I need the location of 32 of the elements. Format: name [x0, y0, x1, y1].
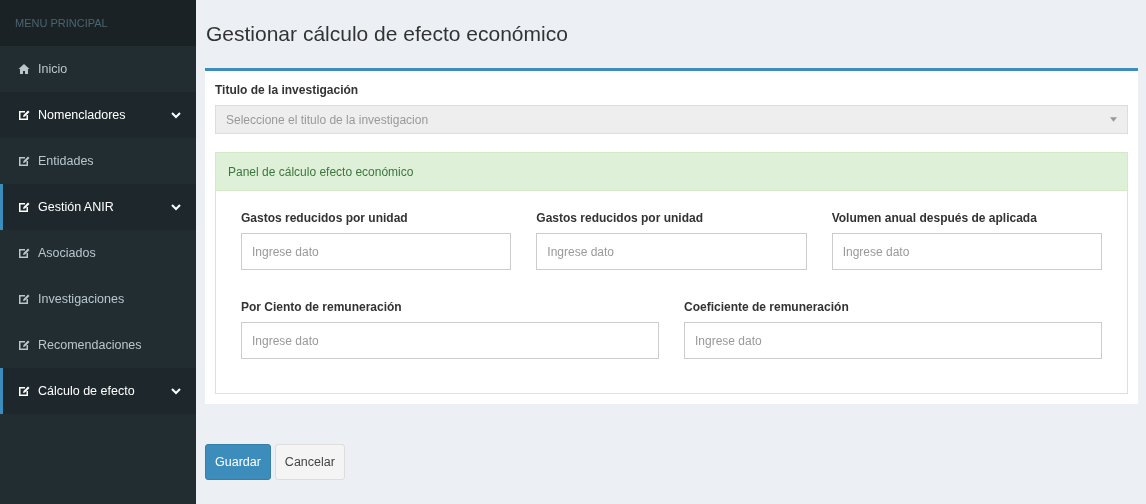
edit-icon [18, 385, 30, 397]
page-title: Gestionar cálculo de efecto económico [205, 21, 569, 48]
field-label: Coeficiente de remuneración [684, 299, 850, 316]
edit-icon [18, 339, 30, 351]
field-label: Volumen anual después de aplicada [831, 210, 1038, 227]
input-field[interactable]: Ingrese dato [536, 233, 807, 270]
dropdown-arrow-icon [1110, 117, 1117, 122]
sidebar-item[interactable]: Inicio [0, 46, 196, 92]
field-label: Gastos reducidos por unidad [536, 210, 704, 227]
input-field[interactable]: Ingrese dato [684, 322, 1102, 359]
field-label: Gastos reducidos por unidad [241, 210, 409, 227]
edit-icon [18, 201, 30, 213]
sidebar-item[interactable]: Nomencladores [0, 92, 196, 138]
chevron-down-icon [171, 386, 181, 396]
sidebar-item[interactable]: Gestión ANIR [0, 184, 196, 230]
chevron-down-icon [171, 110, 181, 120]
home-icon [18, 63, 30, 75]
menu-header: MENU PRINCIPAL [0, 0, 196, 46]
input-field[interactable]: Ingrese dato [241, 322, 659, 359]
save-button[interactable]: Guardar [205, 444, 271, 480]
edit-icon [18, 109, 30, 121]
edit-icon [18, 247, 30, 259]
sidebar-item[interactable]: Cálculo de efecto [0, 368, 196, 414]
input-field[interactable]: Ingrese dato [241, 233, 512, 270]
field-label: Por Ciento de remuneración [241, 299, 403, 316]
edit-icon [18, 155, 30, 167]
input-field[interactable]: Ingrese dato [831, 233, 1102, 270]
cancel-button[interactable]: Cancelar [274, 444, 345, 480]
panel-heading: Panel de cálculo efecto económico [216, 153, 1127, 191]
field-label: Titulo de la investigación [215, 82, 360, 99]
edit-icon [18, 293, 30, 305]
chevron-down-icon [171, 202, 181, 212]
